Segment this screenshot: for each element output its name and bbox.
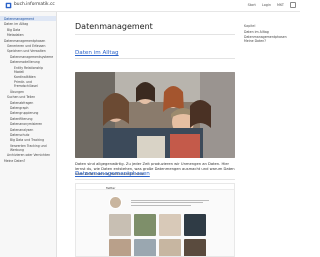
profile-avatar	[109, 196, 122, 209]
sidebar-item[interactable]: Datenschutz	[0, 133, 56, 137]
sidebar-item[interactable]: Kardinalitäten	[0, 75, 56, 79]
section-heading-daten-im-alltag[interactable]: Daten im Alltag	[75, 50, 119, 56]
sidebar-item[interactable]: Datengraph	[0, 106, 56, 110]
nav-start[interactable]: Start	[248, 3, 256, 7]
sidebar-item[interactable]: Big Data und Tracking	[0, 138, 56, 142]
photo-tile	[159, 214, 181, 236]
photo-tile	[134, 214, 156, 236]
site-title[interactable]: buch.informatik.cc	[14, 2, 55, 7]
main-content: Datenmanagement Daten im Alltag Daten si…	[65, 12, 235, 257]
sidebar-item[interactable]: Datenmanagement	[0, 16, 56, 22]
section-heading-datenmanagementphasen[interactable]: Datenmanagementphasen	[75, 171, 150, 177]
sidebar-list: Datenmanagement Daten im Alltag Big Data Me…	[0, 12, 56, 164]
top-nav: Start Login MKT	[248, 2, 296, 8]
sidebar-item[interactable]: Datenabfragen	[0, 101, 56, 105]
sidebar-item[interactable]: Datenmanagementphasen	[0, 39, 56, 43]
title-divider	[75, 34, 235, 35]
sidebar-item[interactable]: Big Data	[0, 28, 56, 32]
sidebar-item[interactable]: Generieren und Erfassen	[0, 44, 56, 48]
top-bar: buch.informatik.cc Start Login MKT	[0, 0, 300, 12]
embedded-brand: Twitter	[106, 185, 116, 190]
toc-item-meine-daten[interactable]: Meine Daten?	[244, 39, 296, 44]
sidebar-item[interactable]: Meine Daten?	[0, 159, 56, 163]
table-of-contents: Kapitel Daten im Alltag Datenmanagementp…	[244, 24, 296, 44]
embedded-profile-screenshot: Twitter	[75, 183, 235, 257]
profile-bio-lines	[131, 200, 211, 208]
sidebar-item[interactable]: Datengruppierung	[0, 111, 56, 115]
sidebar-item[interactable]: Datenmanagementsysteme	[0, 55, 56, 59]
nav-login[interactable]: Login	[262, 3, 271, 7]
sidebar-item[interactable]: Datenmodellierung	[0, 60, 56, 64]
sidebar-item[interactable]: Entity Relationship Modell	[0, 66, 56, 74]
photo-tile	[109, 214, 131, 236]
sidebar-item[interactable]: Übungen	[0, 90, 56, 94]
group-selfie-photo	[75, 72, 235, 158]
section-divider	[75, 58, 235, 59]
sidebar-item[interactable]: Metadaten	[0, 33, 56, 37]
sidebar-navigation: Datenmanagement Daten im Alltag Big Data Me…	[0, 12, 57, 257]
sidebar-item[interactable]: Primär- und Fremdschlüssel	[0, 80, 56, 88]
sidebar-item[interactable]: Daten im Alltag	[0, 22, 56, 26]
photo-tile	[109, 239, 131, 256]
book-logo-icon[interactable]	[5, 2, 12, 9]
sidebar-item[interactable]: Datenfilterung	[0, 117, 56, 121]
sidebar-item[interactable]: Datenanalysen	[0, 128, 56, 132]
page-title: Datenmanagement	[75, 22, 153, 31]
sidebar-item[interactable]: Datenanonymisieren	[0, 122, 56, 126]
photo-tile	[184, 239, 206, 256]
embedded-header-bar: Twitter	[76, 184, 234, 190]
section-divider-2	[75, 179, 235, 180]
photo-tile	[184, 214, 206, 236]
menu-toggle-icon[interactable]	[290, 2, 296, 8]
toc-heading: Kapitel	[244, 24, 256, 28]
sidebar-item[interactable]: Suchen und Teilen	[0, 95, 56, 99]
photo-tile	[159, 239, 181, 256]
sidebar-item[interactable]: Archivieren oder Vernichten	[0, 153, 56, 157]
photo-tile	[134, 239, 156, 256]
sidebar-item[interactable]: Speichern und Verwalten	[0, 49, 56, 53]
sidebar-item[interactable]: Verwerten Tracking und Werbung	[0, 144, 56, 152]
nav-mkt[interactable]: MKT	[277, 3, 284, 7]
